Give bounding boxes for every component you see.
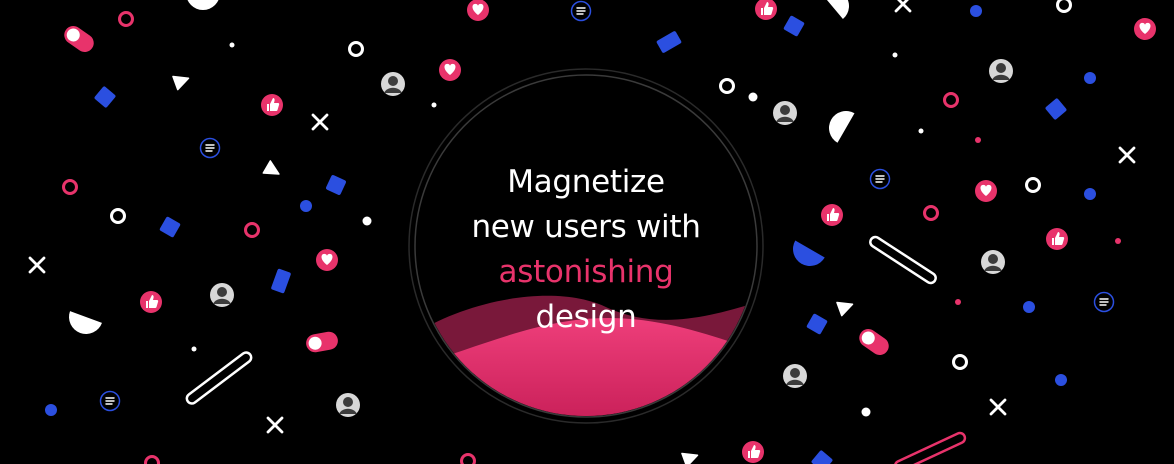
half-circle-icon: [69, 311, 102, 334]
play-triangle-icon: [681, 452, 699, 464]
dot-icon: [1055, 374, 1067, 386]
heart-badge-icon: [316, 249, 338, 271]
dot-icon: [1023, 301, 1035, 313]
avatar-icon: [989, 59, 1013, 83]
dot-icon: [300, 200, 312, 212]
dot-icon: [45, 404, 57, 416]
cross-icon: [311, 113, 329, 131]
ring-icon: [460, 453, 476, 464]
dot-icon: [1084, 72, 1096, 84]
avatar-icon: [336, 393, 360, 417]
capsule-outline-icon: [893, 431, 967, 464]
diamond-icon: [806, 313, 828, 335]
heart-badge-icon: [467, 0, 489, 21]
thumbs-up-badge-icon: [821, 204, 843, 226]
diamond-icon: [271, 268, 291, 294]
toggle-pill-icon: [64, 25, 94, 53]
dot-icon: [191, 346, 197, 352]
dot-icon: [861, 407, 871, 417]
heart-badge-icon: [975, 180, 997, 202]
dot-icon: [362, 216, 372, 226]
cross-icon: [894, 0, 912, 13]
avatar-icon: [210, 283, 234, 307]
hero-headline: Magnetize new users with astonishing des…: [408, 160, 764, 340]
play-triangle-icon: [262, 160, 280, 175]
ring-icon: [1056, 0, 1072, 13]
menu-badge-icon: [1093, 291, 1115, 313]
cross-icon: [989, 398, 1007, 416]
dot-icon: [229, 42, 235, 48]
headline-line-2: new users with: [471, 209, 701, 245]
diamond-icon: [811, 450, 833, 464]
ring-icon: [348, 41, 364, 57]
ring-icon: [144, 455, 160, 464]
play-triangle-icon: [836, 301, 854, 317]
half-circle-icon: [821, 0, 849, 20]
avatar-icon: [773, 101, 797, 125]
ring-icon: [118, 11, 134, 27]
toggle-pill-icon: [306, 331, 338, 353]
half-circle-icon: [793, 240, 825, 266]
thumbs-up-badge-icon: [140, 291, 162, 313]
diamond-icon: [159, 216, 181, 238]
hero-banner: Magnetize new users with astonishing des…: [0, 0, 1174, 464]
cross-icon: [28, 256, 46, 274]
headline-line-4: design: [535, 299, 637, 335]
avatar-icon: [783, 364, 807, 388]
cross-icon: [266, 416, 284, 434]
dot-icon: [955, 299, 961, 305]
half-circle-icon: [829, 111, 855, 143]
dot-icon: [970, 5, 982, 17]
capsule-outline-icon: [185, 351, 253, 405]
diamond-icon: [783, 15, 805, 37]
ring-icon: [923, 205, 939, 221]
play-triangle-icon: [172, 75, 190, 91]
dot-icon: [975, 137, 981, 143]
heart-badge-icon: [1134, 18, 1156, 40]
avatar-icon: [381, 72, 405, 96]
toggle-pill-icon: [859, 328, 889, 356]
diamond-icon: [656, 31, 682, 53]
menu-badge-icon: [199, 137, 221, 159]
dot-icon: [918, 128, 924, 134]
ring-icon: [952, 354, 968, 370]
dot-icon: [1115, 238, 1121, 244]
half-circle-icon: [187, 0, 219, 10]
thumbs-up-badge-icon: [261, 94, 283, 116]
thumbs-up-badge-icon: [755, 0, 777, 20]
cross-icon: [1118, 146, 1136, 164]
thumbs-up-badge-icon: [742, 441, 764, 463]
dot-icon: [892, 52, 898, 58]
headline-line-1: Magnetize: [507, 164, 665, 200]
ring-icon: [1025, 177, 1041, 193]
diamond-icon: [1045, 98, 1067, 120]
ring-icon: [244, 222, 260, 238]
diamond-icon: [326, 175, 346, 195]
headline-accent-word: astonishing: [498, 254, 674, 290]
dot-icon: [1084, 188, 1096, 200]
thumbs-up-badge-icon: [1046, 228, 1068, 250]
ring-icon: [943, 92, 959, 108]
menu-badge-icon: [99, 390, 121, 412]
diamond-icon: [94, 86, 116, 108]
menu-badge-icon: [570, 0, 592, 22]
menu-badge-icon: [869, 168, 891, 190]
ring-icon: [110, 208, 126, 224]
avatar-icon: [981, 250, 1005, 274]
ring-icon: [62, 179, 78, 195]
capsule-outline-icon: [869, 235, 937, 285]
